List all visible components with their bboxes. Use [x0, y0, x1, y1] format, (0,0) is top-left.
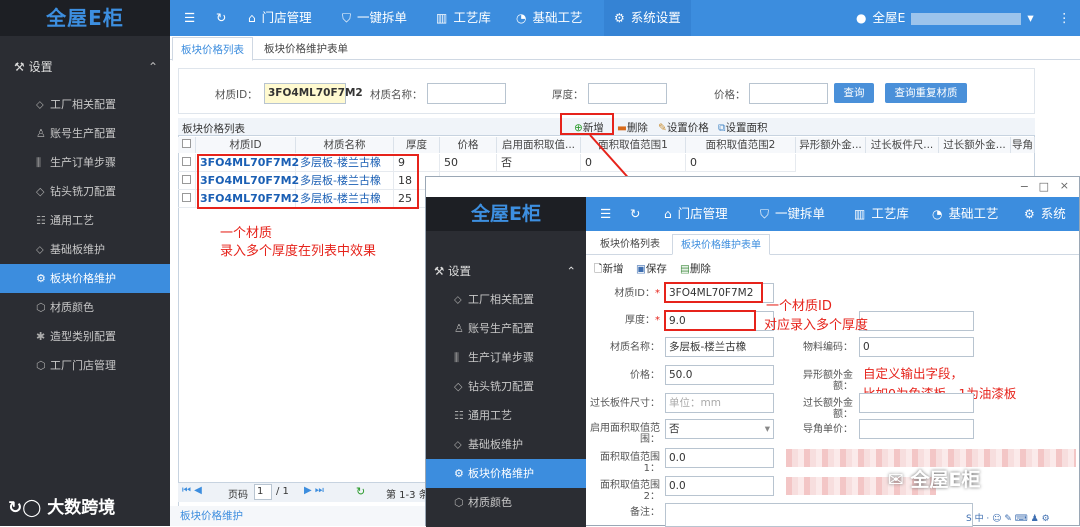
- window-menu-icon[interactable]: ☰: [600, 197, 611, 231]
- form-thickness-label: 厚度：*: [625, 315, 660, 326]
- window-minimize-icon[interactable]: −: [1020, 180, 1029, 193]
- form-extra-input[interactable]: [859, 311, 974, 331]
- dashboard-icon: ◔: [932, 207, 943, 221]
- window-sidebar-item[interactable]: ⬡ 材质颜色: [426, 488, 586, 517]
- shield-icon: ⛉: [760, 207, 770, 221]
- form-material-code-input[interactable]: 0: [859, 337, 974, 357]
- window-add-button[interactable]: 🗋新增: [594, 261, 623, 279]
- window-topbar: [586, 197, 1079, 231]
- form-material-name-input[interactable]: 多层板-楼兰古橡: [665, 337, 774, 357]
- window-sidebar-item[interactable]: ⬦ 基础板维护: [426, 430, 586, 459]
- form-window: − □ × 全屋E柜 ☰ ↻ ⌂ 门店管理 ⛉ 一键拆单 ▥ 工艺库 ◔ 基础工艺 ⚙ 系…: [425, 176, 1080, 527]
- window-tab-list[interactable]: 板块价格列表: [592, 234, 668, 255]
- form-material-name-label: 材质名称：: [610, 342, 660, 353]
- form-over-extra-input[interactable]: [859, 393, 974, 413]
- gear-icon: ⚙: [1024, 207, 1035, 221]
- window-sidebar-item[interactable]: ♙ 账号生产配置: [426, 314, 586, 343]
- form-over-size-label: 过长板件尺寸：: [590, 398, 660, 409]
- window-maximize-icon[interactable]: □: [1039, 180, 1049, 193]
- form-material-code-label: 物料编码：: [803, 342, 853, 353]
- window-nav-store[interactable]: ⌂ 门店管理: [664, 197, 728, 231]
- diamond-icon: ◇: [454, 380, 463, 393]
- cube-icon: ⬡: [454, 496, 464, 509]
- ime-toolbar-icon[interactable]: S 中 · ☺ ✎ ⌨ ♟ ⚙: [966, 511, 1050, 524]
- annotation-multi-thickness-input: 对应录入多个厚度: [764, 318, 869, 333]
- form-enable-area-select[interactable]: 否 ▾: [665, 419, 774, 439]
- chevron-down-icon: ▾: [764, 423, 770, 435]
- form-area-range-2-input[interactable]: 0.0: [665, 476, 774, 496]
- material-id-highlight: [664, 282, 763, 303]
- window-brand-logo: 全屋E柜: [426, 197, 586, 231]
- form-remark-label: 备注：: [630, 507, 660, 518]
- watermark-right: ✉ 全屋E柜: [888, 469, 981, 491]
- annotation-custom-field: 自定义输出字段，: [863, 366, 964, 381]
- window-sidebar-item[interactable]: ☷ 通用工艺: [426, 401, 586, 430]
- form-area-range-2-label: 面积取值范围2：: [600, 480, 660, 502]
- form-special-extra-label: 异形额外金额：: [803, 370, 853, 392]
- window-sidebar-item[interactable]: ◇ 钻头铣刀配置: [426, 372, 586, 401]
- window-sidebar-section[interactable]: ⚒ 设置 ⌃: [426, 257, 586, 285]
- home-icon: ⌂: [664, 207, 672, 221]
- window-sidebar-item-active[interactable]: ⚙ 板块价格维护: [426, 459, 586, 488]
- settings-section-icon: ⚒: [434, 264, 448, 278]
- window-nav-split[interactable]: ⛉ 一键拆单: [760, 197, 825, 231]
- wechat-icon: ✉: [888, 469, 911, 491]
- tag-icon: ⬦: [454, 438, 462, 451]
- form-enable-area-label: 启用面积取值范围：: [590, 423, 660, 445]
- form-area-range-1-input[interactable]: 0.0: [665, 448, 774, 468]
- annotation-one-material-id: 一个材质ID: [766, 299, 832, 314]
- window-sidebar-item[interactable]: ⫼ 生产订单步骤: [426, 343, 586, 372]
- window-nav-craft-lib[interactable]: ▥ 工艺库: [854, 197, 909, 231]
- thickness-highlight: [664, 310, 756, 331]
- form-price-input[interactable]: 50.0: [665, 365, 774, 385]
- library-icon: ▥: [854, 207, 866, 221]
- form-price-label: 价格：: [630, 370, 660, 381]
- list-icon: ☷: [454, 409, 464, 422]
- gear-icon: ⚙: [454, 467, 464, 480]
- chevron-up-icon: ⌃: [566, 264, 576, 278]
- window-sidebar-item[interactable]: ⬦ 工厂相关配置: [426, 285, 586, 314]
- window-save-button[interactable]: ▣保存: [636, 261, 667, 276]
- user-icon: ♙: [454, 322, 464, 335]
- steps-icon: ⫼: [454, 351, 460, 364]
- form-chamfer-input[interactable]: [859, 419, 974, 439]
- window-refresh-icon[interactable]: ↻: [630, 197, 640, 231]
- save-icon: ▣: [636, 263, 646, 275]
- form-area-range-1-label: 面积取值范围1：: [600, 452, 660, 474]
- window-delete-button[interactable]: ▤删除: [680, 261, 711, 276]
- form-chamfer-label: 导角单价：: [803, 424, 853, 435]
- window-nav-system[interactable]: ⚙ 系统: [1024, 197, 1066, 231]
- tag-icon: ⬦: [454, 293, 462, 306]
- window-titlebar: [426, 177, 1079, 197]
- form-material-id-label: 材质ID：*: [614, 288, 660, 299]
- form-remark-input[interactable]: [665, 503, 973, 527]
- window-nav-base-craft[interactable]: ◔ 基础工艺: [932, 197, 999, 231]
- form-over-extra-label: 过长额外金额：: [803, 398, 853, 420]
- trash-icon: ▤: [680, 263, 690, 275]
- form-over-size-input[interactable]: 单位：mm: [665, 393, 774, 413]
- window-tab-form[interactable]: 板块价格维护表单: [672, 234, 770, 255]
- window-close-icon[interactable]: ×: [1060, 179, 1069, 192]
